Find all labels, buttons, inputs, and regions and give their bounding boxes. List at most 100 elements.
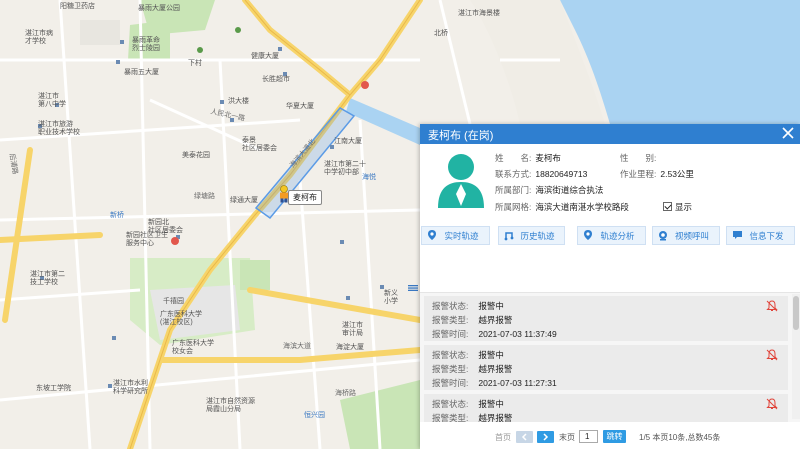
dept-label: 所属部门: bbox=[495, 185, 532, 195]
display-label: 显示 bbox=[675, 202, 693, 212]
display-toggle[interactable]: 显示 bbox=[663, 201, 692, 213]
realtime-track-label: 实时轨迹 bbox=[444, 231, 479, 241]
map-label: 海桥路 bbox=[335, 390, 356, 397]
video-call-button[interactable]: 视频呼叫 bbox=[652, 226, 720, 245]
chevron-right-icon bbox=[543, 433, 549, 441]
phone-label: 联系方式: bbox=[495, 169, 532, 179]
alarm-type-value: 越界报警 bbox=[478, 315, 513, 325]
go-button[interactable]: 跳转 bbox=[603, 430, 626, 443]
map-label: 下村 bbox=[188, 60, 202, 67]
map-label: 千禧园 bbox=[163, 298, 184, 305]
alarm-type-row: 报警类型: 越界报警 bbox=[432, 314, 512, 326]
alarm-status-label: 报警状态: bbox=[432, 350, 469, 360]
alarm-scrollbar[interactable] bbox=[792, 294, 800, 419]
alarm-bell-icon[interactable] bbox=[766, 398, 778, 410]
map-label: 暴雨革命 烈士陵园 bbox=[132, 37, 160, 53]
track-analysis-label: 轨迹分析 bbox=[600, 231, 635, 241]
alarm-time-row: 报警时间: 2021-07-03 11:37:49 bbox=[432, 328, 557, 340]
alarm-item[interactable]: 报警状态: 报警中 报警类型: 越界报警 bbox=[424, 394, 788, 422]
alarm-time-value: 2021-07-03 11:37:49 bbox=[478, 329, 557, 339]
track-analysis-button[interactable]: 轨迹分析 bbox=[577, 226, 646, 245]
last-page-link[interactable]: 末页 bbox=[559, 432, 575, 443]
map-label: 新桥 bbox=[110, 212, 124, 219]
alarm-status-label: 报警状态: bbox=[432, 301, 469, 311]
chevron-left-icon bbox=[521, 433, 527, 441]
mileage-label: 作业里程: bbox=[620, 169, 657, 179]
gender-row: 性 别: bbox=[620, 152, 660, 164]
alarm-status-value: 报警中 bbox=[478, 301, 504, 311]
map-label: 绿通大厦 bbox=[230, 197, 258, 204]
alarm-status-value: 报警中 bbox=[478, 399, 504, 409]
map-label: 湛江市第二 技工学校 bbox=[30, 271, 65, 287]
map-label: 华夏大厦 bbox=[286, 103, 314, 110]
alarm-list: 报警状态: 报警中 报警类型: 越界报警 报警时间: 2021-07-03 11:37… bbox=[420, 292, 800, 422]
map-label: 长胜超市 bbox=[262, 76, 290, 83]
name-label: 姓 名: bbox=[495, 153, 532, 163]
camera-icon bbox=[659, 231, 667, 241]
map-label: 湛江市第二十 中学初中部 bbox=[324, 161, 366, 177]
first-page-link[interactable]: 首页 bbox=[495, 432, 511, 443]
alarm-time-label: 报警时间: bbox=[432, 378, 469, 388]
analysis-pin-icon bbox=[584, 230, 592, 240]
pagination: 首页 末页 1 跳转 1/5 本页10条,总数45条 bbox=[420, 429, 800, 449]
alarm-status-label: 报警状态: bbox=[432, 399, 469, 409]
location-pin-icon bbox=[428, 230, 436, 240]
display-checkbox[interactable] bbox=[663, 202, 672, 211]
worker-name-tag[interactable]: 麦柯布 bbox=[288, 190, 322, 205]
alarm-status-row: 报警状态: 报警中 bbox=[432, 398, 504, 410]
video-call-label: 视频呼叫 bbox=[674, 231, 709, 241]
alarm-type-label: 报警类型: bbox=[432, 315, 469, 325]
name-value: 麦柯布 bbox=[535, 153, 561, 163]
close-icon[interactable] bbox=[781, 125, 795, 141]
avatar-icon bbox=[438, 154, 484, 208]
alarm-item[interactable]: 报警状态: 报警中 报警类型: 越界报警 报警时间: 2021-07-03 11:27… bbox=[424, 345, 788, 390]
map-label: 湛江市 第八中学 bbox=[38, 93, 66, 109]
name-row: 姓 名: 麦柯布 bbox=[495, 152, 561, 164]
gender-label: 性 别: bbox=[620, 153, 657, 163]
map-label: 湛江市 审计局 bbox=[342, 322, 363, 338]
grid-row: 所属网格: 海滨大道南湛水学校路段 bbox=[495, 201, 629, 213]
alarm-status-value: 报警中 bbox=[478, 350, 504, 360]
map-label: 湛江市海景楼 bbox=[458, 10, 500, 17]
history-track-button[interactable]: 历史轨迹 bbox=[498, 226, 565, 245]
map-label: 海滨大道 bbox=[283, 343, 311, 350]
map-label: 北桥 bbox=[434, 30, 448, 37]
map-label: 泰景 社区居委会 bbox=[242, 137, 277, 153]
map-label: 湛江市自然资源 局霞山分局 bbox=[206, 398, 255, 414]
alarm-time-value: 2021-07-03 11:27:31 bbox=[478, 378, 557, 388]
map-label: 恒兴园 bbox=[304, 412, 325, 419]
alarm-status-row: 报警状态: 报警中 bbox=[432, 300, 504, 312]
realtime-track-button[interactable]: 实时轨迹 bbox=[421, 226, 490, 245]
send-message-button[interactable]: 信息下发 bbox=[726, 226, 795, 245]
worker-info: 姓 名: 麦柯布 性 别: 联系方式: 18820649713 作业里程: 2.53公… bbox=[420, 144, 800, 216]
action-bar: 实时轨迹 历史轨迹 轨迹分析 视频呼叫 信息下发 bbox=[420, 226, 800, 246]
map-label: 暴雨大厦公园 bbox=[138, 5, 180, 12]
map-label: 美泰花园 bbox=[182, 152, 210, 159]
grid-value: 海滨大道南湛水学校路段 bbox=[535, 202, 629, 212]
worker-info-panel: 麦柯布 (在岗) 姓 名: 麦柯布 性 别: 联系方式: 18820649713 作… bbox=[420, 124, 800, 449]
scrollbar-thumb[interactable] bbox=[793, 296, 799, 330]
mileage-row: 作业里程: 2.53公里 bbox=[620, 168, 694, 180]
next-page-button[interactable] bbox=[537, 431, 554, 443]
map-label: 海淀大厦 bbox=[336, 344, 364, 351]
map-label: 洪大楼 bbox=[228, 98, 249, 105]
map-label: 湛江市病 才学校 bbox=[25, 30, 53, 46]
page-input[interactable]: 1 bbox=[579, 430, 598, 443]
alarm-item[interactable]: 报警状态: 报警中 报警类型: 越界报警 报警时间: 2021-07-03 11:37… bbox=[424, 296, 788, 341]
prev-page-button[interactable] bbox=[516, 431, 533, 443]
panel-header: 麦柯布 (在岗) bbox=[420, 124, 800, 144]
map-label: 广东医科大学 校女会 bbox=[172, 340, 214, 356]
alarm-type-row: 报警类型: 越界报警 bbox=[432, 412, 512, 422]
alarm-type-label: 报警类型: bbox=[432, 413, 469, 422]
collapse-handle-icon[interactable] bbox=[408, 285, 418, 291]
alarm-bell-icon[interactable] bbox=[766, 300, 778, 312]
dept-value: 海滨街道综合执法 bbox=[535, 185, 604, 195]
alarm-time-row: 报警时间: 2021-07-03 11:27:31 bbox=[432, 377, 557, 389]
page-summary: 1/5 本页10条,总数45条 bbox=[639, 433, 721, 442]
message-icon bbox=[733, 231, 742, 239]
alarm-type-row: 报警类型: 越界报警 bbox=[432, 363, 512, 375]
map-label: 江南大厦 bbox=[334, 138, 362, 145]
alarm-bell-icon[interactable] bbox=[766, 349, 778, 361]
map-label: 新园社区卫生 服务中心 bbox=[126, 232, 168, 248]
dept-row: 所属部门: 海滨街道综合执法 bbox=[495, 184, 603, 196]
